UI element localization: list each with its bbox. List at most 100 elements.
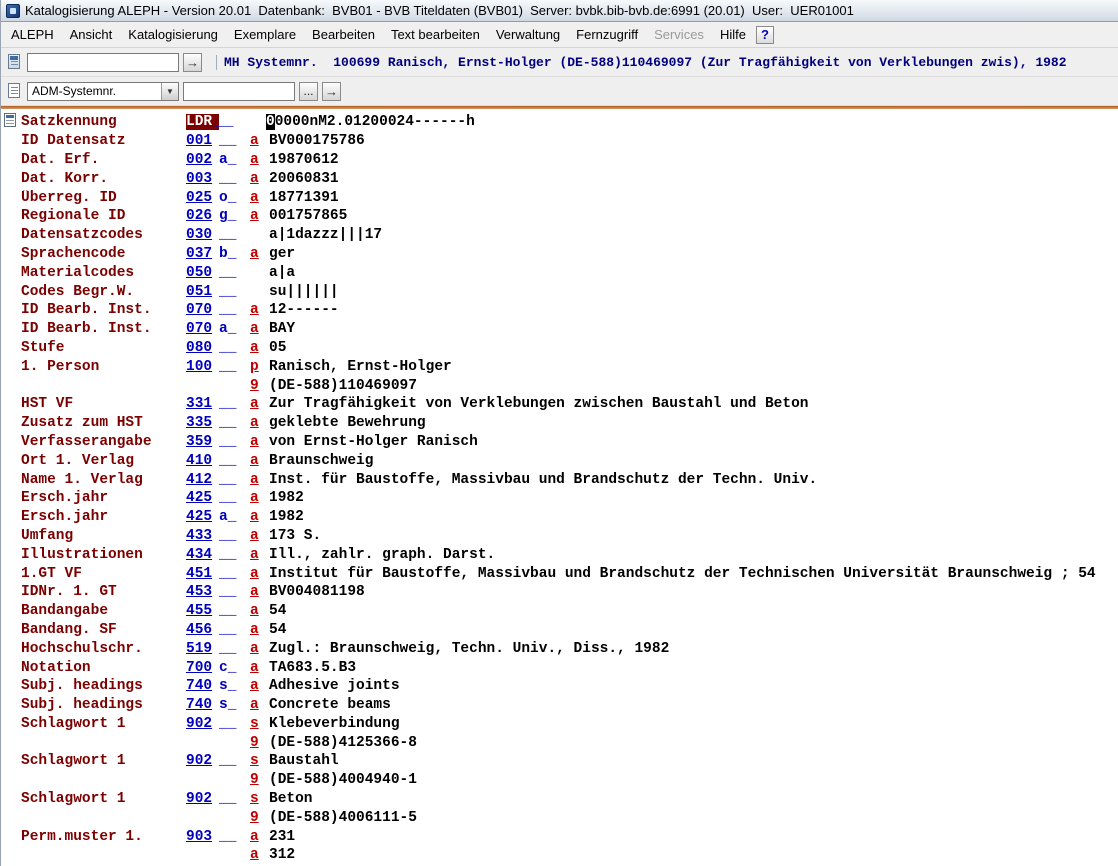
field-indicators[interactable]: __ [219, 490, 250, 506]
field-tag[interactable]: 412 [186, 472, 219, 488]
field-tag[interactable]: 002 [186, 152, 219, 168]
field-value[interactable]: Adhesive joints [269, 678, 1118, 694]
field-value[interactable]: Zur Tragfähigkeit von Verklebungen zwisc… [269, 396, 1118, 412]
subfield-code[interactable]: a [250, 829, 269, 845]
field-indicators[interactable]: a_ [219, 321, 250, 337]
field-value[interactable]: 54 [269, 622, 1118, 638]
subfield-code[interactable]: a [250, 246, 269, 262]
field-tag[interactable]: 451 [186, 566, 219, 582]
menu-verwaltung[interactable]: Verwaltung [488, 24, 568, 45]
subfield-code[interactable]: a [250, 509, 269, 525]
field-tag[interactable]: LDR [186, 114, 219, 130]
field-tag[interactable]: 456 [186, 622, 219, 638]
subfield-code[interactable]: a [250, 208, 269, 224]
field-indicators[interactable]: __ [219, 359, 250, 375]
record-search-input[interactable] [27, 53, 179, 72]
field-value[interactable]: Beton [269, 791, 1118, 807]
subfield-code[interactable]: a [250, 472, 269, 488]
field-value[interactable]: Inst. für Baustoffe, Massivbau und Brand… [269, 472, 1118, 488]
subfield-code[interactable]: a [250, 340, 269, 356]
field-value[interactable]: 20060831 [269, 171, 1118, 187]
field-value[interactable]: BV000175786 [269, 133, 1118, 149]
field-tag[interactable]: 425 [186, 490, 219, 506]
field-value[interactable]: Ranisch, Ernst-Holger [269, 359, 1118, 375]
field-tag[interactable]: 070 [186, 321, 219, 337]
field-tag[interactable]: 051 [186, 284, 219, 300]
subfield-code[interactable]: a [250, 697, 269, 713]
subfield-code[interactable]: a [250, 190, 269, 206]
field-indicators[interactable]: s_ [219, 678, 250, 694]
subfield-code[interactable]: a [250, 528, 269, 544]
field-value[interactable]: (DE-588)4004940-1 [269, 772, 1118, 788]
subfield-code[interactable]: a [250, 453, 269, 469]
menu-aleph[interactable]: ALEPH [3, 24, 62, 45]
menu-text-bearbeiten[interactable]: Text bearbeiten [383, 24, 488, 45]
field-value[interactable]: 312 [269, 847, 1118, 863]
field-indicators[interactable]: __ [219, 753, 250, 769]
search-type-combobox[interactable]: ADM-Systemnr. ▼ [27, 82, 179, 101]
field-value[interactable]: Braunschweig [269, 453, 1118, 469]
field-value[interactable]: 173 S. [269, 528, 1118, 544]
field-indicators[interactable]: __ [219, 284, 250, 300]
field-indicators[interactable]: __ [219, 622, 250, 638]
field-tag[interactable]: 740 [186, 678, 219, 694]
field-indicators[interactable]: __ [219, 396, 250, 412]
subfield-code[interactable]: a [250, 641, 269, 657]
field-value[interactable]: 1982 [269, 490, 1118, 506]
field-tag[interactable]: 359 [186, 434, 219, 450]
field-indicators[interactable]: __ [219, 829, 250, 845]
subfield-code[interactable]: a [250, 302, 269, 318]
subfield-code[interactable]: 9 [250, 735, 269, 751]
field-tag[interactable]: 902 [186, 716, 219, 732]
field-indicators[interactable]: __ [219, 584, 250, 600]
subfield-code[interactable]: a [250, 171, 269, 187]
field-value[interactable]: 19870612 [269, 152, 1118, 168]
subfield-code[interactable]: s [250, 791, 269, 807]
admin-search-input[interactable] [183, 82, 295, 101]
field-tag[interactable]: 700 [186, 660, 219, 676]
field-indicators[interactable]: __ [219, 227, 250, 243]
subfield-code[interactable]: a [250, 321, 269, 337]
field-tag[interactable]: 740 [186, 697, 219, 713]
field-tag[interactable]: 026 [186, 208, 219, 224]
menu-katalogisierung[interactable]: Katalogisierung [120, 24, 226, 45]
field-indicators[interactable]: a_ [219, 509, 250, 525]
field-value[interactable]: Klebeverbindung [269, 716, 1118, 732]
field-indicators[interactable]: __ [219, 547, 250, 563]
menu-hilfe[interactable]: Hilfe [712, 24, 754, 45]
subfield-code[interactable]: a [250, 660, 269, 676]
field-tag[interactable]: 903 [186, 829, 219, 845]
field-tag[interactable]: 902 [186, 753, 219, 769]
field-value[interactable]: BV004081198 [269, 584, 1118, 600]
subfield-code[interactable]: a [250, 396, 269, 412]
subfield-code[interactable]: a [250, 584, 269, 600]
subfield-code[interactable]: 9 [250, 378, 269, 394]
field-indicators[interactable]: s_ [219, 697, 250, 713]
field-indicators[interactable]: __ [219, 453, 250, 469]
field-indicators[interactable]: o_ [219, 190, 250, 206]
subfield-code[interactable]: a [250, 490, 269, 506]
browse-button[interactable]: ... [299, 82, 318, 101]
subfield-code[interactable]: a [250, 133, 269, 149]
subfield-code[interactable]: a [250, 847, 269, 863]
field-indicators[interactable]: __ [219, 716, 250, 732]
field-value[interactable]: su|||||| [269, 284, 1118, 300]
field-value[interactable]: 00000nM2.01200024------h [266, 114, 1118, 130]
field-tag[interactable]: 519 [186, 641, 219, 657]
field-value[interactable]: 05 [269, 340, 1118, 356]
field-tag[interactable]: 425 [186, 509, 219, 525]
subfield-code[interactable]: a [250, 152, 269, 168]
field-indicators[interactable]: __ [219, 566, 250, 582]
field-tag[interactable]: 455 [186, 603, 219, 619]
field-tag[interactable]: 335 [186, 415, 219, 431]
field-indicators[interactable]: __ [219, 415, 250, 431]
field-indicators[interactable]: __ [216, 114, 247, 130]
field-tag[interactable]: 003 [186, 171, 219, 187]
chevron-down-icon[interactable]: ▼ [161, 83, 178, 100]
subfield-code[interactable]: a [250, 603, 269, 619]
menu-ansicht[interactable]: Ansicht [62, 24, 121, 45]
field-value[interactable]: a|a [269, 265, 1118, 281]
help-question-icon[interactable]: ? [756, 26, 774, 44]
field-value[interactable]: (DE-588)4006111-5 [269, 810, 1118, 826]
field-indicators[interactable]: __ [219, 641, 250, 657]
